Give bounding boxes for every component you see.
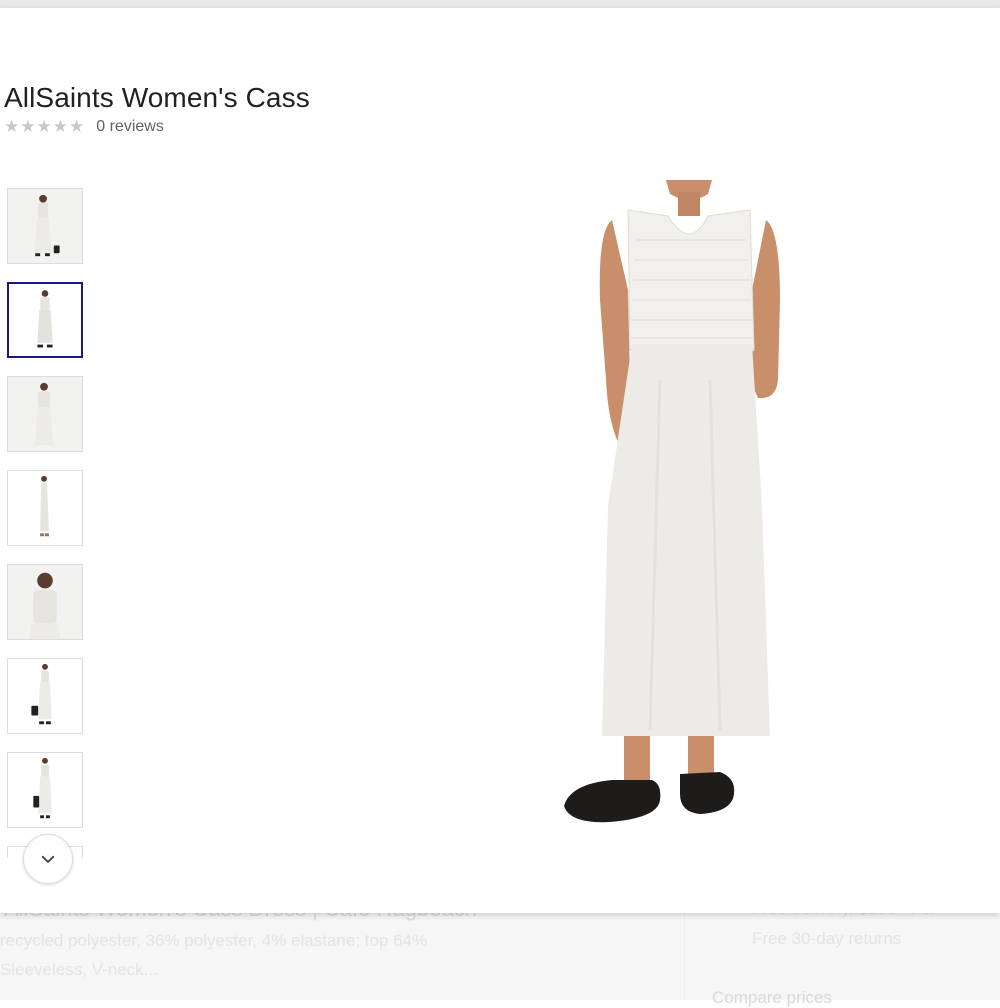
- product-image-viewer: AllSaints Women's Cass ★ ★ ★ ★ ★ 0 revie…: [0, 8, 1000, 913]
- thumbnail-2[interactable]: [7, 282, 83, 358]
- product-rating[interactable]: ★ ★ ★ ★ ★ 0 reviews: [4, 117, 164, 137]
- model-front-photo: [35, 382, 53, 446]
- model-front-bag-photo: [34, 194, 60, 257]
- thumbnail-scroll-down-button[interactable]: [23, 834, 73, 884]
- model-dress-photo: [564, 180, 780, 823]
- background-header: [0, 0, 1000, 8]
- thumbnail-3[interactable]: [7, 376, 83, 452]
- model-side-bag-photo: [33, 757, 52, 819]
- star-icon: ★: [36, 117, 52, 136]
- thumbnail-4[interactable]: [7, 470, 83, 546]
- reviews-count[interactable]: 0 reviews: [96, 118, 164, 136]
- main-product-image[interactable]: [540, 180, 820, 840]
- model-side-photo: [40, 475, 49, 537]
- model-bag-photo: [31, 663, 52, 725]
- background-description: recycled polyester, 36% polyester, 4% el…: [0, 931, 428, 950]
- star-rating: ★ ★ ★ ★ ★: [4, 117, 84, 137]
- background-description-more: Sleeveless, V-neck...: [0, 960, 158, 979]
- star-icon: ★: [52, 117, 68, 136]
- star-icon: ★: [4, 117, 20, 136]
- model-front-full-photo: [37, 290, 53, 348]
- background-compare-link: Compare prices: [712, 988, 832, 1007]
- star-icon: ★: [20, 117, 36, 136]
- thumbnail-1[interactable]: [7, 188, 83, 264]
- product-title: AllSaints Women's Cass: [4, 82, 310, 113]
- thumbnail-6[interactable]: [7, 658, 83, 734]
- thumbnail-strip[interactable]: [7, 188, 85, 858]
- thumbnail-7[interactable]: [7, 752, 83, 828]
- background-returns: Free 30-day returns: [752, 929, 902, 948]
- chevron-down-icon: [41, 855, 55, 863]
- star-icon: ★: [69, 117, 85, 136]
- model-closeup-photo: [29, 572, 61, 639]
- thumbnail-5[interactable]: [7, 564, 83, 640]
